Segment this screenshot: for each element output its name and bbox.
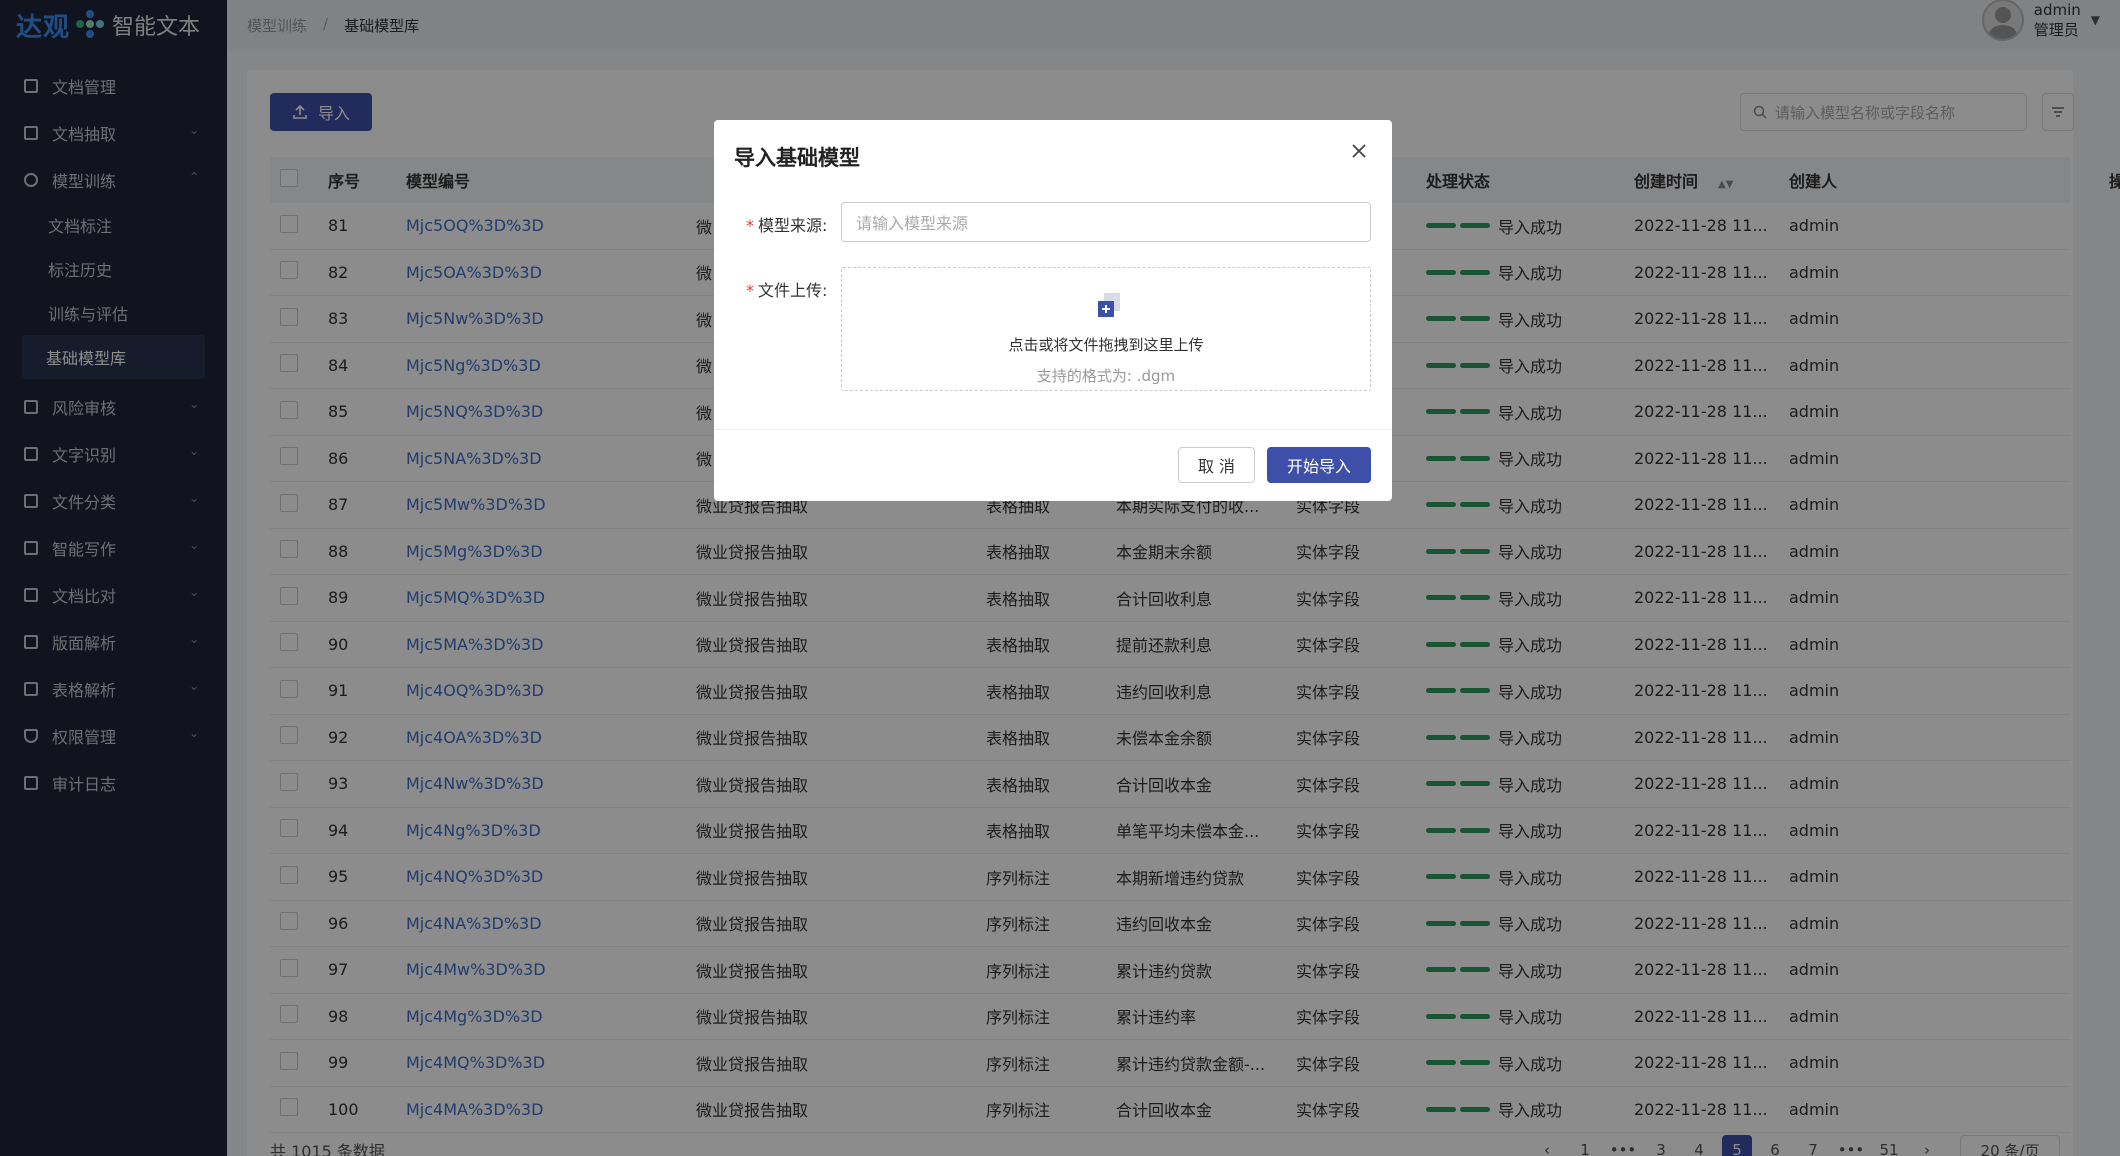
model-source-input[interactable]: 请输入模型来源: [841, 202, 1371, 242]
upload-label-text: 文件上传:: [758, 281, 828, 300]
dialog-divider: [714, 429, 1392, 430]
source-label: * 模型来源:: [746, 212, 827, 236]
cancel-button[interactable]: 取 消: [1178, 447, 1255, 483]
upload-hint: 点击或将文件拖拽到这里上传: [1008, 336, 1204, 354]
upload-label: * 文件上传:: [746, 277, 827, 301]
upload-file-icon: [1094, 291, 1124, 321]
source-label-text: 模型来源:: [758, 216, 828, 235]
source-placeholder: 请输入模型来源: [856, 214, 969, 233]
start-import-button[interactable]: 开始导入: [1267, 447, 1371, 483]
close-icon[interactable]: [1348, 140, 1370, 162]
upload-format-hint: 支持的格式为: .dgm: [1036, 367, 1176, 385]
required-mark: *: [746, 216, 754, 235]
import-model-dialog: 导入基础模型 * 模型来源: 请输入模型来源 * 文件上传: 点击或将文件拖拽到这里…: [714, 120, 1392, 501]
required-mark: *: [746, 281, 754, 300]
file-upload-dropzone[interactable]: 点击或将文件拖拽到这里上传 支持的格式为: .dgm: [841, 267, 1371, 391]
dialog-title: 导入基础模型: [734, 146, 860, 170]
